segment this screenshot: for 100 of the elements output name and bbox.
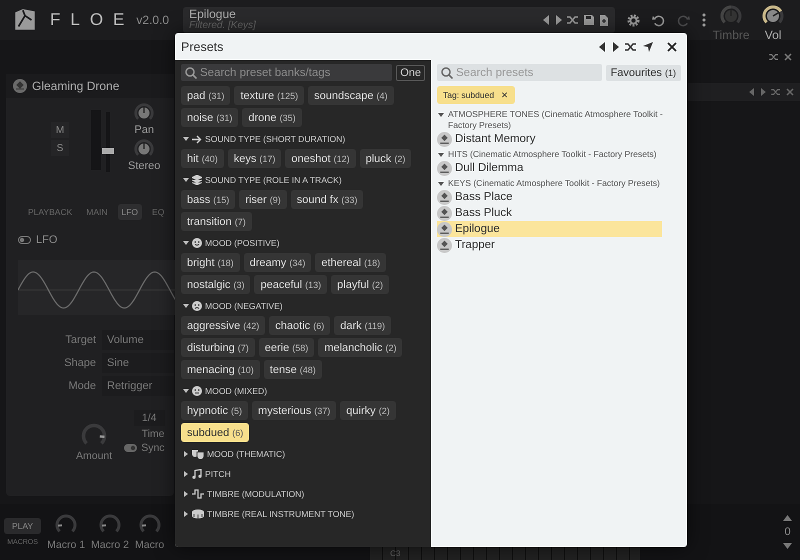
tag-chip[interactable]: dreamy (34) (244, 253, 312, 272)
tag-chip[interactable]: sound fx (33) (290, 190, 364, 209)
tag-chip[interactable]: disturbing (7) (181, 338, 255, 357)
search-icon (185, 67, 197, 79)
save-icon[interactable] (584, 15, 594, 25)
preset-item[interactable]: Distant Memory (437, 131, 662, 147)
shuffle-icon[interactable] (625, 42, 637, 52)
tag-chip[interactable]: menacing (10) (181, 360, 260, 379)
tag-chip[interactable]: drone (35) (242, 108, 302, 127)
group-title: MOOD (NEGATIVE) (205, 301, 283, 311)
tag-chip[interactable]: hit (40) (181, 149, 224, 168)
tag-chip[interactable]: keys (17) (228, 149, 282, 168)
tag-chip[interactable]: pluck (2) (360, 149, 412, 168)
tag-chip[interactable]: peaceful (13) (254, 275, 328, 294)
tag-chip[interactable]: melancholic (2) (318, 338, 402, 357)
play-button[interactable]: PLAY (4, 518, 42, 534)
caret-icon[interactable] (183, 240, 189, 246)
group-title: SOUND TYPE (SHORT DURATION) (205, 134, 346, 144)
sync-label: Sync (141, 442, 165, 454)
preset-status: Filtered. [Keys] (189, 20, 257, 31)
shuffle-icon[interactable] (567, 15, 580, 25)
settings-icon[interactable] (627, 14, 640, 26)
caret-icon[interactable] (438, 152, 444, 158)
close-icon[interactable] (667, 42, 677, 52)
preset-icon (437, 190, 452, 204)
preset-item[interactable]: Bass Pluck (437, 205, 662, 221)
version-label: v2.0.0 (136, 13, 170, 27)
preset-item[interactable]: Bass Place (437, 189, 662, 205)
preset-name: Epilogue (189, 9, 236, 20)
caret-icon[interactable] (183, 471, 189, 477)
time-field[interactable]: 1/4 (134, 410, 165, 426)
caret-icon[interactable] (183, 491, 189, 497)
one-button[interactable]: One (396, 64, 425, 80)
mute-button[interactable]: M (51, 122, 69, 138)
tag-chip[interactable]: bass (15) (181, 190, 236, 209)
dropdown[interactable]: Volume (102, 330, 174, 350)
face-icon (192, 386, 202, 396)
dropdown[interactable]: Sine (102, 353, 174, 373)
next-icon[interactable] (555, 15, 562, 25)
tag-chip[interactable]: bright (18) (181, 253, 240, 272)
solo-button[interactable]: S (51, 140, 69, 156)
tab[interactable]: LFO (118, 204, 142, 220)
caret-icon[interactable] (183, 136, 189, 142)
previous-icon[interactable] (599, 42, 606, 52)
previous-icon[interactable] (543, 15, 550, 25)
caret-icon[interactable] (183, 388, 189, 394)
up-icon[interactable] (783, 515, 792, 521)
fader-handle[interactable] (102, 148, 114, 154)
tag-chip[interactable]: chaotic (6) (269, 316, 330, 335)
caret-icon[interactable] (438, 181, 444, 187)
tag-chip[interactable]: texture (125) (234, 86, 304, 105)
bank-title: KEYS (Cinematic Atmosphere Toolkit - Factory Presets) (448, 178, 660, 189)
undo-icon[interactable] (652, 14, 666, 26)
knob-label: Amount (76, 450, 112, 462)
tag-chip[interactable]: tense (48) (264, 360, 322, 379)
tag-chip[interactable]: quirky (2) (340, 401, 396, 420)
tag-chip[interactable]: oneshot (12) (285, 149, 356, 168)
caret-icon[interactable] (183, 177, 189, 183)
tag-chip[interactable]: mysterious (37) (252, 401, 336, 420)
tag-chip[interactable]: transition (7) (181, 212, 252, 231)
favourites-button[interactable]: Favourites (1) (606, 64, 681, 80)
preset-item[interactable]: Trapper (437, 237, 662, 253)
tag-chip[interactable]: hypnotic (5) (181, 401, 248, 420)
tag-chip[interactable]: nostalgic (3) (181, 275, 250, 294)
tag-chip[interactable]: pad (31) (181, 86, 230, 105)
preset-icon (437, 206, 452, 220)
tag-chip[interactable]: eerie (58) (258, 338, 314, 357)
arrow-icon (192, 134, 202, 144)
filter-chip[interactable]: Tag: subdued ✕ (437, 86, 516, 104)
caret-icon[interactable] (183, 511, 189, 517)
tag-chip[interactable]: ethereal (18) (315, 253, 386, 272)
group-title: MOOD (MIXED) (205, 386, 268, 396)
tag-chip[interactable]: aggressive (42) (181, 316, 266, 335)
search-field[interactable]: Search preset banks/tags (181, 64, 392, 81)
next-icon[interactable] (612, 42, 619, 52)
face-icon (192, 301, 202, 311)
caret-icon[interactable] (183, 451, 189, 457)
toggle-switch[interactable] (124, 444, 138, 452)
group-title: TIMBRE (MODULATION) (207, 489, 304, 499)
down-icon[interactable] (783, 543, 792, 549)
preset-icon (437, 132, 452, 146)
file-icon[interactable] (599, 14, 610, 26)
caret-icon[interactable] (438, 112, 444, 118)
preset-item[interactable]: Epilogue (437, 221, 662, 237)
preset-icon (437, 160, 452, 176)
search-field[interactable]: Search presets (437, 64, 602, 81)
more-icon[interactable] (702, 13, 706, 27)
tag-chip[interactable]: dark (119) (334, 316, 392, 335)
tag-chip[interactable]: playful (2) (331, 275, 390, 294)
knob-label: Stereo (128, 160, 160, 172)
tag-chip[interactable]: subdued (6) (181, 423, 250, 442)
tag-chip[interactable]: riser (9) (239, 190, 287, 209)
bank-title: HITS (Cinematic Atmosphere Toolkit - Factory Presets) (448, 149, 657, 160)
tag-chip[interactable]: soundscape (4) (308, 86, 394, 105)
dropdown[interactable]: Retrigger (102, 376, 174, 396)
caret-icon[interactable] (183, 303, 189, 309)
preset-item[interactable]: Dull Dilemma (437, 160, 662, 176)
toggle-switch[interactable] (18, 236, 31, 244)
preset-bar[interactable]: Epilogue Filtered. [Keys] (183, 7, 616, 33)
tag-chip[interactable]: noise (31) (181, 108, 238, 127)
